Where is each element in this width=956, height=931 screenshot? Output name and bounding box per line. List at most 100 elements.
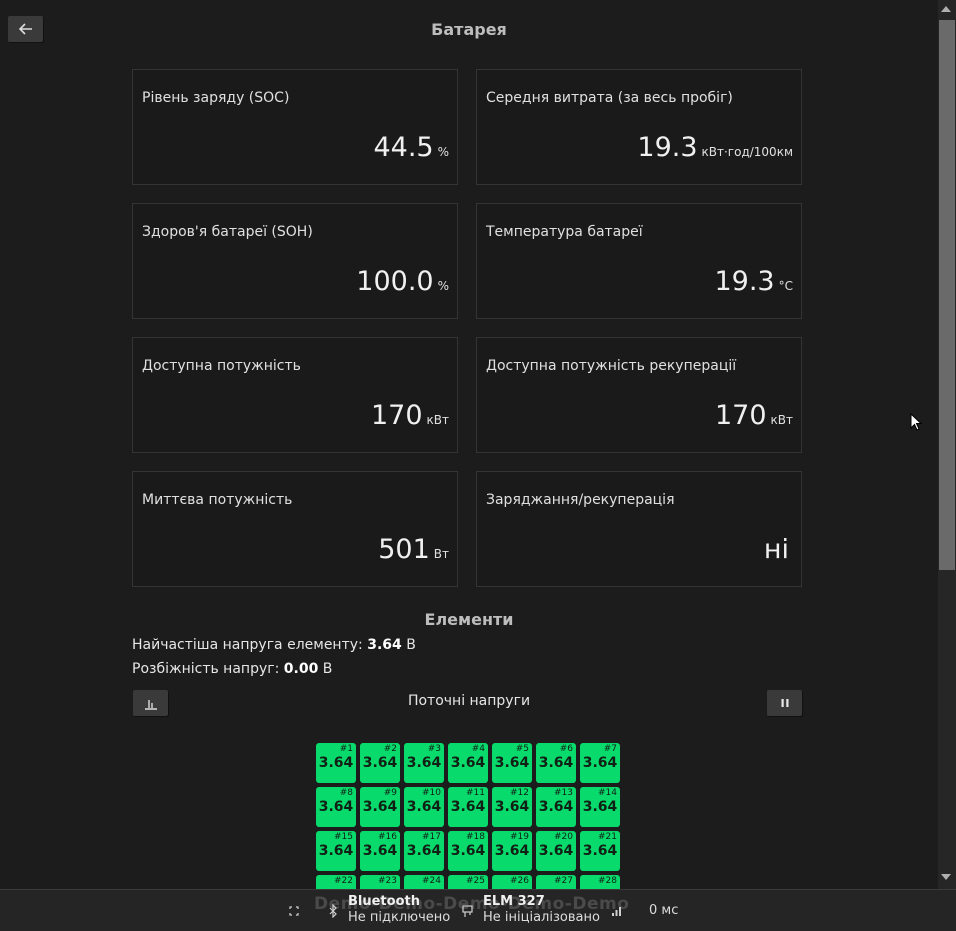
cell-voltage: 3.64 xyxy=(406,755,442,771)
battery-cell: #22 xyxy=(316,875,356,889)
cell-voltage: 3.64 xyxy=(582,843,618,859)
latency-value: 0 мс xyxy=(649,903,679,918)
signal-icon xyxy=(612,907,621,916)
metric-value: 501 xyxy=(378,534,430,565)
scrollbar-thumb[interactable] xyxy=(939,20,955,570)
metric-value: 100.0 xyxy=(356,266,434,297)
metric-card: Температура батареї 19.3 °C xyxy=(476,203,802,319)
battery-screen: Батарея Рівень заряду (SOC) 44.5% Середня … xyxy=(0,0,938,889)
metric-unit: °C xyxy=(778,279,793,293)
battery-cell: #18 3.64 xyxy=(448,831,488,871)
metric-value: 170 xyxy=(714,400,767,431)
adapter-state: Не ініціалізовано xyxy=(483,910,600,925)
metric-value-row: 44.5% xyxy=(373,132,449,163)
metric-card: Середня витрата (за весь пробіг) 19.3 кВт·… xyxy=(476,69,802,185)
battery-cell: #17 3.64 xyxy=(404,831,444,871)
metric-label: Доступна потужність xyxy=(142,358,301,374)
cell-number: #9 xyxy=(383,788,397,798)
cell-number: #10 xyxy=(422,788,441,798)
cell-voltage: 3.64 xyxy=(538,755,574,771)
metric-value: 19.3 xyxy=(637,132,698,163)
adapter-status[interactable]: ELM 327 Не ініціалізовано xyxy=(483,894,600,926)
cell-number: #22 xyxy=(334,876,353,886)
status-bar: Demo-Demo-Demo-Demo-Demo Bluetooth Не пі… xyxy=(0,889,956,931)
cell-voltage: 3.64 xyxy=(538,799,574,815)
metric-unit: кВт xyxy=(426,413,449,427)
metric-unit: кВт xyxy=(770,413,793,427)
cell-number: #21 xyxy=(598,832,617,842)
battery-cell: #28 xyxy=(580,875,620,889)
battery-cell: #16 3.64 xyxy=(360,831,400,871)
mouse-cursor-icon xyxy=(910,413,923,431)
metric-value: 44.5 xyxy=(373,132,434,163)
voltage-spread-unit: В xyxy=(322,661,333,677)
battery-cell: #12 3.64 xyxy=(492,787,532,827)
bluetooth-status[interactable]: Bluetooth Не підключено xyxy=(348,894,450,926)
cell-voltage: 3.64 xyxy=(362,843,398,859)
cell-voltage: 3.64 xyxy=(582,799,618,815)
metric-value: 170 xyxy=(370,400,423,431)
metric-value-row: ні xyxy=(764,534,793,565)
battery-cell: #23 xyxy=(360,875,400,889)
battery-cell: #1 3.64 xyxy=(316,743,356,783)
cell-voltage: 3.64 xyxy=(318,843,354,859)
battery-cell: #21 3.64 xyxy=(580,831,620,871)
battery-cell: #10 3.64 xyxy=(404,787,444,827)
pause-button[interactable] xyxy=(767,690,802,716)
metric-value-row: 19.3 °C xyxy=(714,266,793,297)
metric-value-row: 501 Вт xyxy=(378,534,449,565)
cell-voltage: 3.64 xyxy=(362,755,398,771)
metric-unit: Вт xyxy=(433,547,449,561)
metric-value-row: 170 кВт xyxy=(715,400,793,431)
cell-voltage: 3.64 xyxy=(538,843,574,859)
bluetooth-title: Bluetooth xyxy=(348,894,420,909)
metric-label: Доступна потужність рекуперації xyxy=(486,358,737,374)
elements-section-title: Елементи xyxy=(424,610,514,629)
metric-card: Рівень заряду (SOC) 44.5% xyxy=(132,69,458,185)
battery-cell: #9 3.64 xyxy=(360,787,400,827)
cell-number: #27 xyxy=(554,876,573,886)
metric-label: Рівень заряду (SOC) xyxy=(142,90,290,106)
metric-label: Заряджання/рекуперація xyxy=(486,492,675,508)
cell-number: #15 xyxy=(334,832,353,842)
battery-cell: #2 3.64 xyxy=(360,743,400,783)
most-common-voltage-unit: В xyxy=(406,637,416,653)
cell-number: #28 xyxy=(598,876,617,886)
cell-number: #1 xyxy=(339,744,353,754)
battery-cell: #8 3.64 xyxy=(316,787,356,827)
cell-voltage: 3.64 xyxy=(318,755,354,771)
most-common-voltage-value: 3.64 xyxy=(367,637,402,653)
metric-card: Заряджання/рекуперація ні xyxy=(476,471,802,587)
voltage-spread-value: 0.00 xyxy=(283,661,319,677)
page-title: Батарея xyxy=(431,20,507,39)
metric-value: ні xyxy=(763,534,789,565)
battery-cell: #15 3.64 xyxy=(316,831,356,871)
scroll-up-arrow-icon[interactable] xyxy=(941,6,951,12)
metric-value: 19.3 xyxy=(714,266,775,297)
cell-number: #25 xyxy=(466,876,485,886)
battery-cell: #27 xyxy=(536,875,576,889)
most-common-voltage-label: Найчастіша напруга елементу: xyxy=(132,637,363,653)
metric-label: Миттєва потужність xyxy=(142,492,293,508)
scroll-down-arrow-icon[interactable] xyxy=(941,874,951,880)
cell-voltage: 3.64 xyxy=(582,755,618,771)
metric-label: Температура батареї xyxy=(486,224,643,240)
cell-number: #19 xyxy=(510,832,529,842)
cell-number: #23 xyxy=(378,876,397,886)
battery-cell: #5 3.64 xyxy=(492,743,532,783)
battery-cell: #20 3.64 xyxy=(536,831,576,871)
cell-number: #16 xyxy=(378,832,397,842)
cell-number: #12 xyxy=(510,788,529,798)
cell-number: #24 xyxy=(422,876,441,886)
cell-voltage: 3.64 xyxy=(494,799,530,815)
pause-icon xyxy=(781,699,788,707)
bluetooth-icon xyxy=(329,904,337,918)
battery-cell: #24 xyxy=(404,875,444,889)
fullscreen-icon[interactable] xyxy=(289,906,299,916)
cell-voltage: 3.64 xyxy=(362,799,398,815)
cell-voltage: 3.64 xyxy=(318,799,354,815)
metric-unit: % xyxy=(437,145,449,159)
cell-voltage: 3.64 xyxy=(406,799,442,815)
most-common-voltage: Найчастіша напруга елементу: 3.64 В xyxy=(132,637,416,653)
cell-number: #14 xyxy=(598,788,617,798)
